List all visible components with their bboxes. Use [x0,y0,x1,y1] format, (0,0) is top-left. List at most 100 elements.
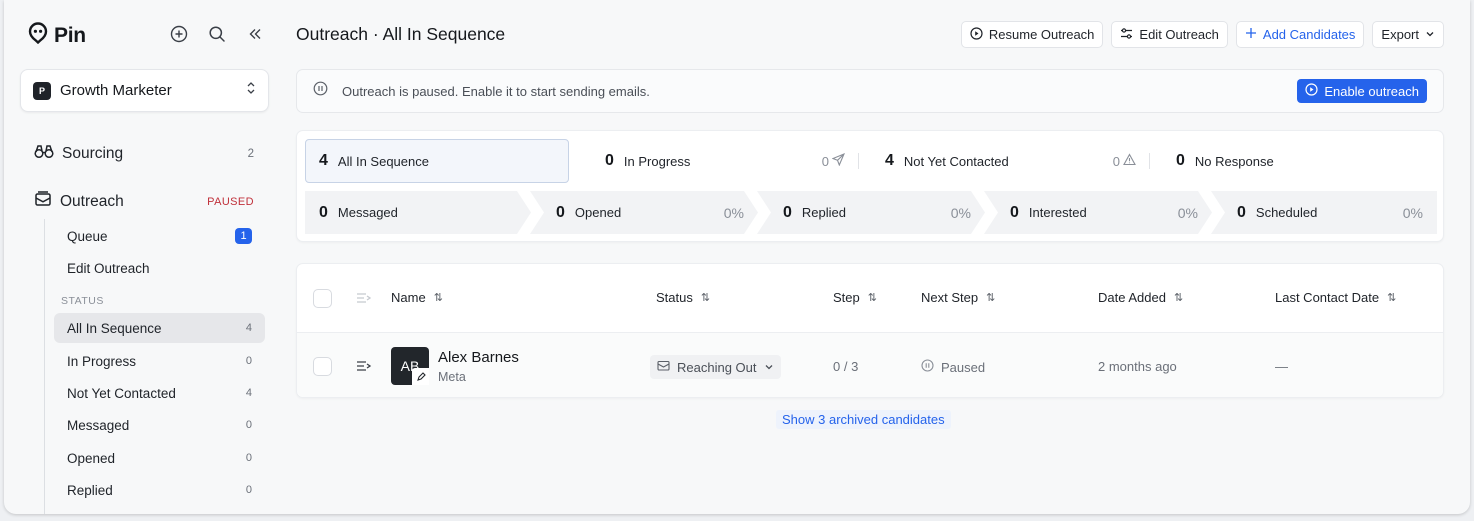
stat-not-yet-contacted[interactable]: 4 Not Yet Contacted 0 [859,139,1149,183]
col-name-label: Name [391,290,426,305]
show-archived-link[interactable]: Show 3 archived candidates [776,410,951,429]
status-item-count: 0 [245,419,252,431]
export-button[interactable]: Export [1372,21,1444,48]
col-date-added[interactable]: Date Added ⇅ [1098,290,1183,305]
stat-all-in-sequence[interactable]: 4 All In Sequence [305,139,569,183]
collapse-sidebar-icon[interactable] [245,24,265,44]
stat-number: 0 [605,152,614,169]
status-item-replied[interactable]: Replied 0 [54,475,265,505]
edit-outreach-button[interactable]: Edit Outreach [1111,21,1228,48]
binoculars-icon [34,142,54,165]
status-item-count: 4 [245,322,252,334]
col-status[interactable]: Status ⇅ [656,290,710,305]
stat-label: Scheduled [1255,205,1318,220]
add-circle-icon[interactable] [169,24,189,44]
stat-number: 0 [1010,203,1019,221]
nav-sourcing[interactable]: Sourcing 2 [34,142,254,165]
workspace-name: Growth Marketer [60,82,172,99]
stat-in-progress[interactable]: 0 In Progress 0 [569,139,858,183]
header-divider [297,332,1443,333]
nav-outreach[interactable]: Outreach PAUSED [34,190,254,213]
edit-outreach-label: Edit Outreach [1139,27,1219,42]
stat-no-response[interactable]: 0 No Response [1150,139,1435,183]
pin-logo-icon [28,22,48,49]
candidates-table: Name ⇅ Status ⇅ Step ⇅ Next Step ⇅ Date … [296,263,1444,398]
subnav-edit-outreach-label: Edit Outreach [67,260,150,276]
candidate-name[interactable]: Alex Barnes [438,349,519,366]
funnel-scheduled[interactable]: 0 Scheduled 0% [1211,191,1437,234]
status-value: Reaching Out [677,359,757,375]
subnav-queue[interactable]: Queue 1 [54,221,265,251]
funnel-replied[interactable]: 0 Replied 0% [757,191,985,234]
col-next-step-label: Next Step [921,290,979,305]
mail-icon [657,359,670,375]
stat-label: Interested [1028,205,1087,220]
header-actions: Resume Outreach Edit Outreach Add Candid… [960,21,1444,48]
sort-icon: ⇅ [700,292,711,304]
last-contact-value: — [1275,359,1288,374]
status-item-label: Messaged [67,417,130,433]
nav-outreach-label: Outreach [60,192,124,210]
pause-circle-icon [921,359,934,375]
status-item-messaged[interactable]: Messaged 0 [54,410,265,440]
status-dropdown[interactable]: Reaching Out [650,355,781,379]
sequence-list-icon[interactable] [356,359,372,378]
add-candidates-label: Add Candidates [1262,27,1356,42]
col-last-contact-label: Last Contact Date [1275,290,1380,305]
page-title: Outreach · All In Sequence [296,24,506,44]
paused-banner: Outreach is paused. Enable it to start s… [296,69,1444,113]
play-circle-icon [970,26,983,43]
workspace-badge: P [33,81,51,100]
next-step-value: Paused [941,359,986,375]
stat-label: Messaged [337,205,398,220]
stat-label: In Progress [623,153,691,169]
queue-count-badge: 1 [235,228,252,244]
stat-aux: 0 [1113,153,1136,169]
select-all-checkbox[interactable] [313,289,332,308]
stat-number: 0 [319,203,328,221]
status-item-opened[interactable]: Opened 0 [54,443,265,473]
status-item-not-yet-contacted[interactable]: Not Yet Contacted 4 [54,378,265,408]
col-step[interactable]: Step ⇅ [833,290,877,305]
search-icon[interactable] [207,24,227,44]
stat-percent: 0% [950,204,971,221]
funnel-interested[interactable]: 0 Interested 0% [984,191,1212,234]
stat-number: 4 [319,152,328,169]
workspace-selector[interactable]: P Growth Marketer [20,69,269,112]
avatar[interactable]: AB [391,347,429,385]
send-icon [831,152,846,169]
row-checkbox[interactable] [313,357,332,376]
enable-outreach-label: Enable outreach [1324,83,1419,99]
status-item-count: 0 [245,484,252,496]
status-section-label: STATUS [61,295,104,307]
status-item-in-progress[interactable]: In Progress 0 [54,346,265,376]
stat-aux: 0 [822,152,846,169]
col-next-step[interactable]: Next Step ⇅ [921,290,995,305]
pause-circle-icon [313,81,328,101]
col-step-label: Step [833,290,860,305]
brand[interactable]: Pin [28,22,86,49]
status-item-count: 0 [245,452,252,464]
enable-outreach-button[interactable]: Enable outreach [1297,79,1427,103]
chevron-down-icon [1425,27,1435,42]
sort-icon: ⇅ [1387,292,1397,304]
col-last-contact[interactable]: Last Contact Date ⇅ [1275,290,1396,305]
status-item-all-in-sequence[interactable]: All In Sequence 4 [54,313,265,343]
sort-icon: ⇅ [867,292,877,304]
nav-sourcing-label: Sourcing [62,144,124,162]
resume-outreach-button[interactable]: Resume Outreach [960,21,1104,48]
sort-icon: ⇅ [433,292,443,304]
sequence-list-icon [356,291,372,310]
stat-percent: 0% [1402,204,1423,221]
funnel-messaged[interactable]: 0 Messaged [305,191,531,234]
add-candidates-button[interactable]: Add Candidates [1235,21,1365,48]
col-name[interactable]: Name ⇅ [391,290,443,305]
stat-number: 4 [885,152,894,169]
funnel-opened[interactable]: 0 Opened 0% [530,191,758,234]
plus-icon [1245,27,1257,42]
subnav-edit-outreach[interactable]: Edit Outreach [54,253,265,283]
col-status-label: Status [656,290,693,305]
banner-text: Outreach is paused. Enable it to start s… [342,83,650,99]
stat-label: Opened [574,205,622,220]
sidebar: Pin P Growth Marketer Sourcing 2 Outreac… [4,0,282,514]
